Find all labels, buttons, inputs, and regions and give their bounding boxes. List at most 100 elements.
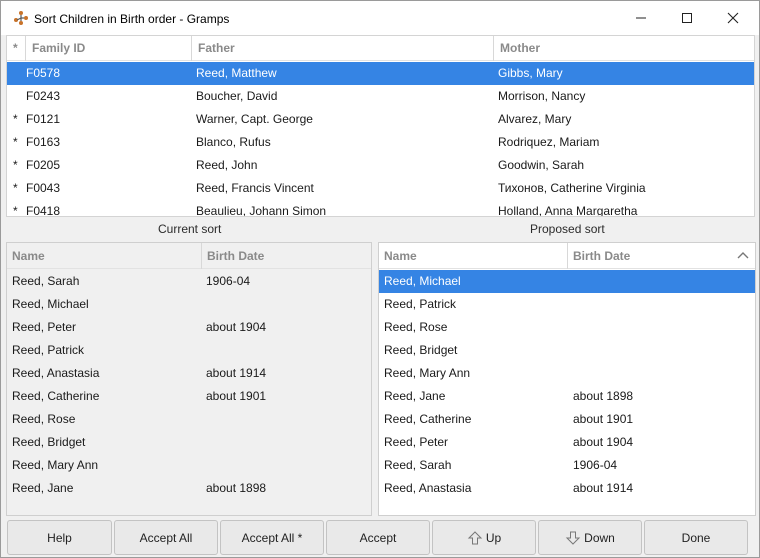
child-row[interactable]: Reed, Catherine about 1901 (7, 385, 371, 408)
child-name: Reed, Patrick (12, 343, 85, 357)
child-row[interactable]: Reed, Anastasia about 1914 (7, 362, 371, 385)
child-name: Reed, Peter (12, 320, 77, 334)
mother-name: Rodriquez, Mariam (498, 135, 600, 149)
mother-name: Gibbs, Mary (498, 66, 563, 80)
up-arrow-icon (467, 530, 483, 546)
child-name: Reed, Catherine (384, 412, 472, 426)
down-arrow-icon (565, 530, 581, 546)
child-row[interactable]: Reed, Mary Ann (7, 454, 371, 477)
child-name: Reed, Bridget (12, 435, 86, 449)
column-header-birth-date[interactable]: Birth Date (202, 243, 371, 269)
minimize-icon (636, 17, 646, 19)
current-sort-list[interactable]: Name Birth Date Reed, Sarah 1906-04 Reed, … (6, 242, 372, 516)
child-row[interactable]: Reed, Peter about 1904 (7, 316, 371, 339)
column-header-name[interactable]: Name (379, 243, 568, 269)
family-table-row[interactable]: * F0205 Reed, John Goodwin, Sarah (7, 154, 754, 177)
accept-all-button[interactable]: Accept All (114, 520, 218, 555)
child-row[interactable]: Reed, Patrick (7, 339, 371, 362)
family-id: F0205 (26, 158, 61, 172)
column-header-birth-date[interactable]: Birth Date (568, 243, 755, 269)
family-table-row[interactable]: F0243 Boucher, David Morrison, Nancy (7, 85, 754, 108)
child-row[interactable]: Reed, Sarah 1906-04 (7, 270, 371, 293)
sort-ascending-icon (737, 252, 749, 259)
father-name: Reed, Matthew (196, 66, 277, 80)
child-name: Reed, Sarah (12, 274, 80, 288)
family-id: F0243 (26, 89, 61, 103)
child-row[interactable]: Reed, Mary Ann (379, 362, 755, 385)
column-header-mother[interactable]: Mother (494, 36, 754, 61)
family-table-row[interactable]: F0578 Reed, Matthew Gibbs, Mary (7, 62, 754, 85)
child-birth-date: about 1904 (573, 435, 634, 449)
father-name: Blanco, Rufus (196, 135, 271, 149)
column-header-marker[interactable]: * (7, 36, 26, 61)
child-row[interactable]: Reed, Catherine about 1901 (379, 408, 755, 431)
proposed-sort-header: Name Birth Date (379, 243, 755, 269)
child-row[interactable]: Reed, Patrick (379, 293, 755, 316)
child-name: Reed, Peter (384, 435, 449, 449)
child-name: Reed, Patrick (384, 297, 457, 311)
help-button[interactable]: Help (7, 520, 112, 555)
family-table-header: * Family ID Father Mother (7, 36, 754, 61)
family-id: F0163 (26, 135, 61, 149)
child-row[interactable]: Reed, Michael (379, 270, 755, 293)
child-birth-date: about 1901 (573, 412, 634, 426)
mother-name: Morrison, Nancy (498, 89, 586, 103)
window-title: Sort Children in Birth order - Gramps (34, 12, 230, 26)
mother-name: Alvarez, Mary (498, 112, 572, 126)
sort-children-dialog: Sort Children in Birth order - Gramps * … (0, 0, 760, 558)
child-birth-date: about 1898 (573, 389, 634, 403)
accept-all-star-button[interactable]: Accept All * (220, 520, 324, 555)
current-sort-header: Name Birth Date (7, 243, 371, 269)
done-button-label: Done (681, 530, 711, 545)
column-header-name[interactable]: Name (7, 243, 202, 269)
child-name: Reed, Rose (12, 412, 76, 426)
down-button-label: Down (584, 530, 615, 545)
family-table-row[interactable]: * F0043 Reed, Francis Vincent Тихонов, Cath… (7, 177, 754, 200)
family-marker: * (13, 158, 18, 172)
child-row[interactable]: Reed, Rose (379, 316, 755, 339)
child-name: Reed, Michael (384, 274, 461, 288)
child-birth-date: about 1904 (206, 320, 267, 334)
child-row[interactable]: Reed, Peter about 1904 (379, 431, 755, 454)
maximize-button[interactable] (664, 1, 710, 35)
title-bar[interactable]: Sort Children in Birth order - Gramps (1, 1, 759, 35)
child-birth-date: 1906-04 (573, 458, 618, 472)
family-table-row[interactable]: * F0121 Warner, Capt. George Alvarez, Mary (7, 108, 754, 131)
family-marker: * (13, 112, 18, 126)
proposed-sort-list[interactable]: Name Birth Date Reed, Michael Reed, Patri… (378, 242, 756, 516)
child-birth-date: 1906-04 (206, 274, 251, 288)
child-row[interactable]: Reed, Jane about 1898 (7, 477, 371, 500)
father-name: Reed, Francis Vincent (196, 181, 314, 195)
child-row[interactable]: Reed, Michael (7, 293, 371, 316)
child-row[interactable]: Reed, Sarah 1906-04 (379, 454, 755, 477)
proposed-sort-label: Proposed sort (530, 222, 605, 236)
father-name: Boucher, David (196, 89, 278, 103)
child-name: Reed, Mary Ann (384, 366, 471, 380)
accept-all-button-label: Accept All (139, 530, 193, 545)
column-header-father[interactable]: Father (192, 36, 494, 61)
minimize-button[interactable] (618, 1, 664, 35)
child-row[interactable]: Reed, Bridget (379, 339, 755, 362)
mother-name: Goodwin, Sarah (498, 158, 585, 172)
close-button[interactable] (710, 1, 756, 35)
accept-all-star-button-label: Accept All * (241, 530, 303, 545)
family-table-row[interactable]: * F0418 Beaulieu, Johann Simon Holland, Ann… (7, 200, 754, 216)
close-icon (727, 12, 739, 24)
child-row[interactable]: Reed, Bridget (7, 431, 371, 454)
down-button[interactable]: Down (538, 520, 642, 555)
family-id: F0121 (26, 112, 61, 126)
child-name: Reed, Mary Ann (12, 458, 99, 472)
done-button[interactable]: Done (644, 520, 748, 555)
up-button[interactable]: Up (432, 520, 536, 555)
family-table[interactable]: * Family ID Father Mother F0578 Reed, Mat… (6, 35, 755, 217)
current-sort-label: Current sort (158, 222, 222, 236)
accept-button[interactable]: Accept (326, 520, 430, 555)
child-row[interactable]: Reed, Jane about 1898 (379, 385, 755, 408)
column-header-family-id[interactable]: Family ID (26, 36, 192, 61)
family-table-row[interactable]: * F0163 Blanco, Rufus Rodriquez, Mariam (7, 131, 754, 154)
child-name: Reed, Anastasia (12, 366, 100, 380)
mother-name: Тихонов, Catherine Virginia (498, 181, 646, 195)
child-name: Reed, Rose (384, 320, 448, 334)
child-row[interactable]: Reed, Rose (7, 408, 371, 431)
child-row[interactable]: Reed, Anastasia about 1914 (379, 477, 755, 500)
